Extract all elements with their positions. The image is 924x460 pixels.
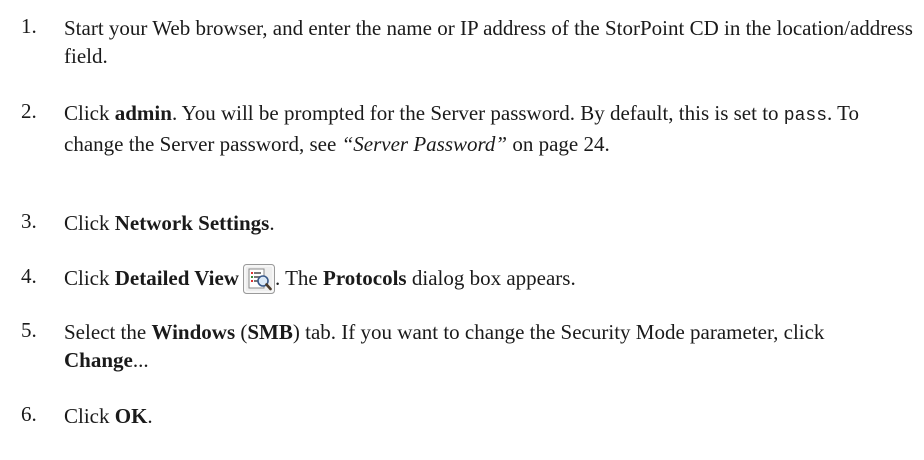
ui-term-smb: SMB [247,320,293,344]
text-run: dialog box appears. [406,266,576,290]
detailed-view-magnifier-icon [242,264,275,301]
text-run: on page 24. [507,132,610,156]
step-text: Click Detailed View . The Protocols dial… [64,264,914,301]
step-number: 1. [21,14,37,38]
text-run: . [269,211,275,235]
step-text: Start your Web browser, and enter the na… [64,16,913,68]
ui-term-change: Change [64,348,133,372]
step-number: 5. [21,318,37,342]
step-number: 2. [21,99,37,123]
text-run: Click [64,266,115,290]
ui-term-admin: admin [114,101,172,125]
text-run: Click [64,101,115,125]
default-password-code: pass [783,106,828,126]
text-run: Click [64,211,115,235]
step-number: 4. [21,264,37,288]
step-text: Click admin. You will be prompted for th… [64,99,914,158]
step-number: 3. [21,209,37,233]
ui-term-network-settings: Network Settings [114,211,270,235]
text-run: Select the [64,320,152,344]
step-number: 6. [21,402,37,426]
ui-term-windows: Windows [151,320,236,344]
ui-term-ok: OK [114,404,148,428]
step-text: Click OK. [64,402,914,430]
text-run: Click [64,404,115,428]
text-run: . [147,404,153,428]
text-run: ... [132,348,149,372]
text-run: . The [274,266,324,290]
text-run: . You will be prompted for the Server pa… [171,101,784,125]
ui-term-protocols: Protocols [323,266,407,290]
cross-reference: “Server Password” [341,132,508,156]
step-text: Select the Windows (SMB) tab. If you wan… [64,318,914,374]
step-text: Click Network Settings. [64,209,914,237]
text-run: ( [235,320,248,344]
text-run: ) tab. If you want to change the Securit… [292,320,825,344]
ui-term-detailed-view: Detailed View [114,266,239,290]
